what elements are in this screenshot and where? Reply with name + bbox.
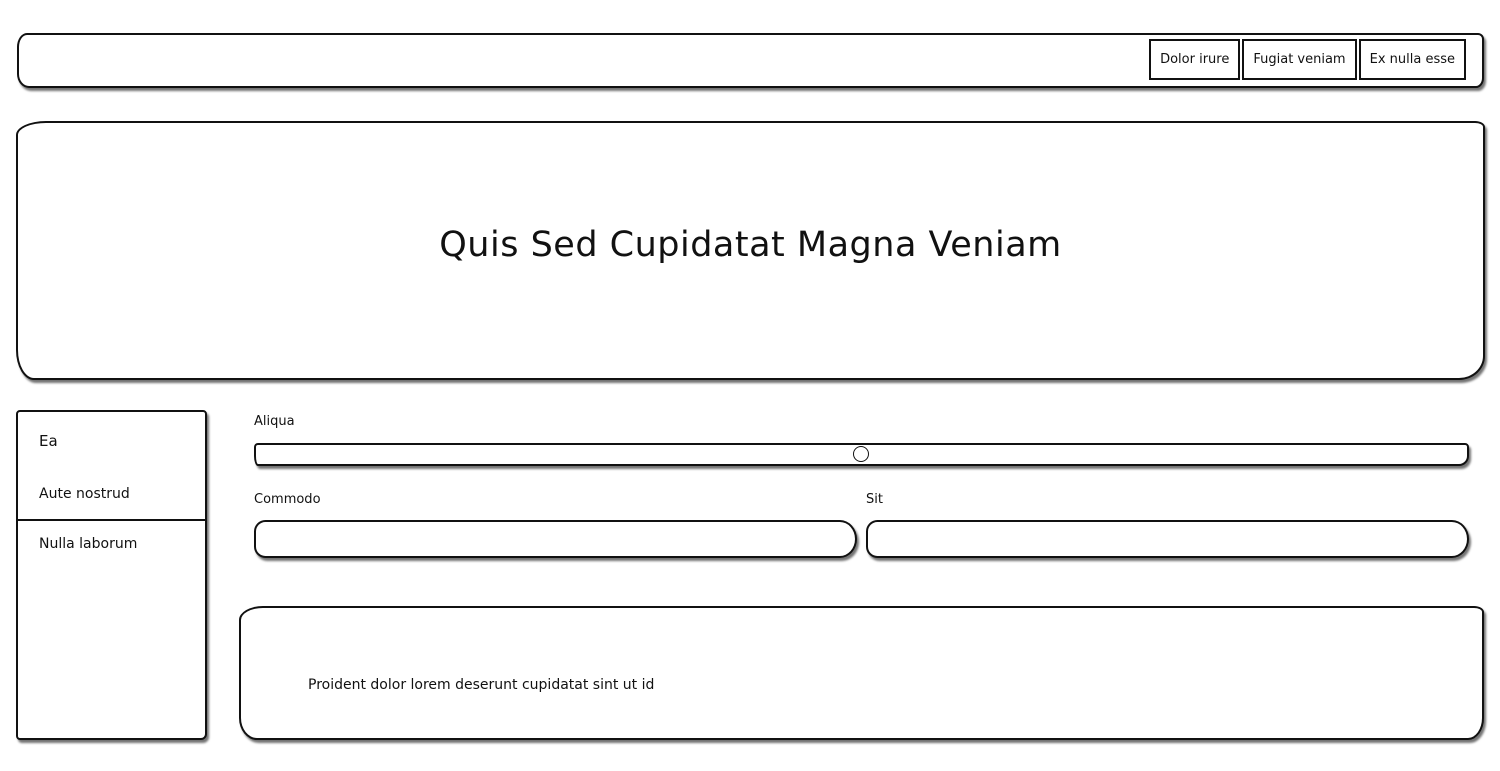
aliqua-slider[interactable] bbox=[254, 443, 1469, 466]
sit-label: Sit bbox=[866, 492, 883, 507]
slider-label: Aliqua bbox=[254, 414, 295, 429]
sidebar-item-nulla-laborum[interactable]: Nulla laborum bbox=[18, 536, 205, 552]
content-panel: Proident dolor lorem deserunt cupidatat … bbox=[239, 606, 1484, 740]
nav-button-dolor-irure[interactable]: Dolor irure bbox=[1149, 39, 1241, 80]
nav-button-fugiat-veniam[interactable]: Fugiat veniam bbox=[1242, 39, 1357, 80]
commodo-input[interactable] bbox=[254, 520, 857, 558]
sit-input[interactable] bbox=[866, 520, 1469, 558]
sidebar-item-ea[interactable]: Ea bbox=[18, 432, 205, 450]
nav-button-ex-nulla-esse[interactable]: Ex nulla esse bbox=[1358, 39, 1466, 80]
top-nav-bar: Dolor irure Fugiat veniam Ex nulla esse bbox=[17, 33, 1484, 88]
nav-button-group: Dolor irure Fugiat veniam Ex nulla esse bbox=[1149, 39, 1466, 80]
commodo-label: Commodo bbox=[254, 492, 321, 507]
slider-thumb[interactable] bbox=[853, 446, 869, 462]
hero-title: Quis Sed Cupidatat Magna Veniam bbox=[439, 224, 1062, 265]
sidebar: Ea Aute nostrud Nulla laborum bbox=[16, 410, 207, 740]
sidebar-divider bbox=[18, 519, 205, 521]
sidebar-item-aute-nostrud[interactable]: Aute nostrud bbox=[18, 486, 205, 502]
hero-banner: Quis Sed Cupidatat Magna Veniam bbox=[16, 121, 1485, 380]
content-paragraph: Proident dolor lorem deserunt cupidatat … bbox=[308, 677, 655, 693]
